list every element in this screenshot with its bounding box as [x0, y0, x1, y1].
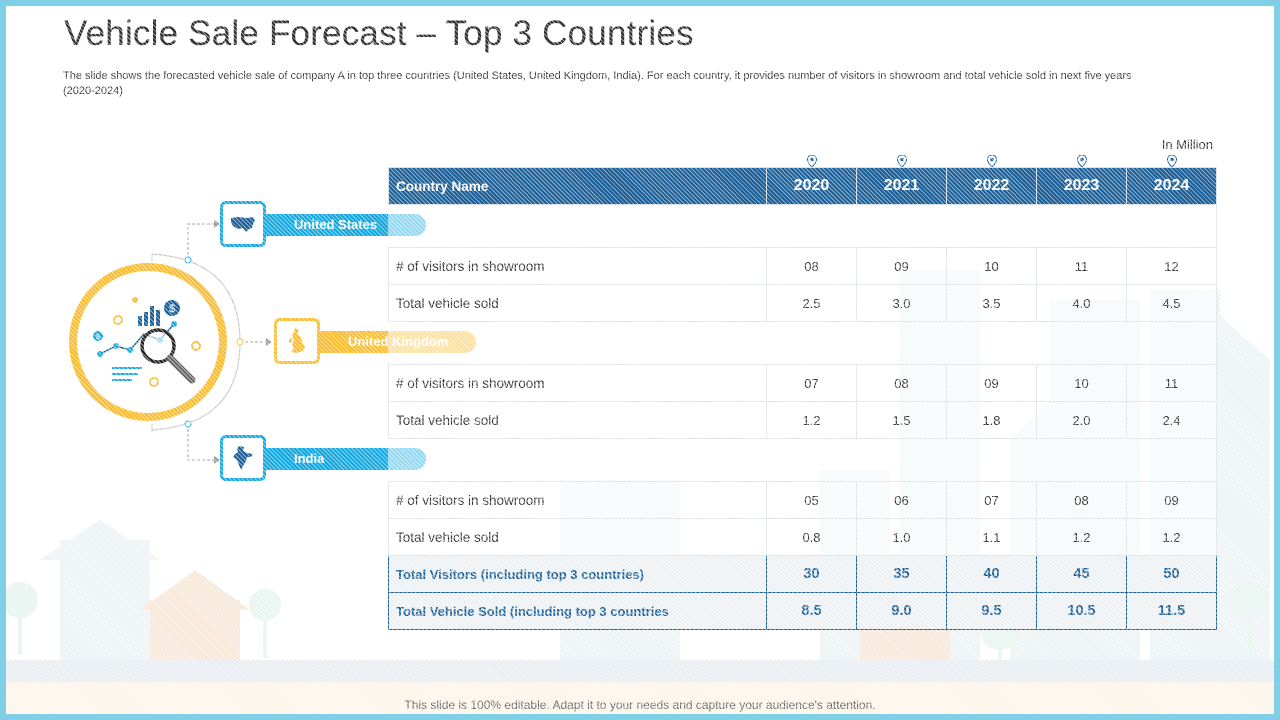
column-header-year: 2024 [1126, 155, 1217, 205]
footer-note: This slide is 100% editable. Adapt it to… [404, 698, 876, 712]
total-vehicle-sold-row: Total Vehicle Sold (including top 3 coun… [388, 592, 1217, 630]
svg-text:$: $ [169, 303, 175, 315]
column-header-year: 2023 [1036, 155, 1127, 205]
unit-note: In Million [1161, 137, 1213, 152]
forecast-table: Country Name 2020 2021 2022 2023 2024 # … [388, 155, 1217, 630]
analytics-magnifier-icon: $ $ [93, 297, 201, 387]
column-header-country-name: Country Name [388, 167, 767, 205]
location-pin-icon [986, 155, 997, 167]
uk-map-icon [289, 328, 305, 353]
table-header-row: Country Name 2020 2021 2022 2023 2024 [388, 155, 1217, 205]
location-pin-icon [1076, 155, 1087, 167]
total-visitors-row: Total Visitors (including top 3 countrie… [388, 555, 1217, 593]
country-tag-label: India [294, 451, 325, 466]
section-spacer-india [388, 438, 1217, 482]
table-row: # of visitors in showroom 07 08 09 10 11 [388, 364, 1217, 402]
table-row: # of visitors in showroom 08 09 10 11 12 [388, 247, 1217, 285]
country-box-united-kingdom [274, 318, 320, 364]
usa-map-icon [231, 217, 255, 232]
location-pin-icon [896, 155, 907, 167]
section-spacer-united-states [388, 204, 1217, 248]
svg-text:$: $ [96, 334, 100, 341]
column-header-year: 2021 [856, 155, 947, 205]
country-box-india [220, 435, 266, 481]
table-row: # of visitors in showroom 05 06 07 08 09 [388, 481, 1217, 519]
table-row: Total vehicle sold 1.2 1.5 1.8 2.0 2.4 [388, 401, 1217, 439]
location-pin-icon [1166, 155, 1177, 167]
location-pin-icon [806, 155, 817, 167]
table-row: Total vehicle sold 2.5 3.0 3.5 4.0 4.5 [388, 284, 1217, 322]
section-spacer-united-kingdom [388, 321, 1217, 365]
country-box-united-states [220, 201, 266, 247]
column-header-year: 2022 [946, 155, 1037, 205]
table-row: Total vehicle sold 0.8 1.0 1.1 1.2 1.2 [388, 518, 1217, 556]
country-tag-label: United States [294, 217, 378, 232]
india-map-icon [233, 446, 253, 470]
column-header-year: 2020 [766, 155, 857, 205]
